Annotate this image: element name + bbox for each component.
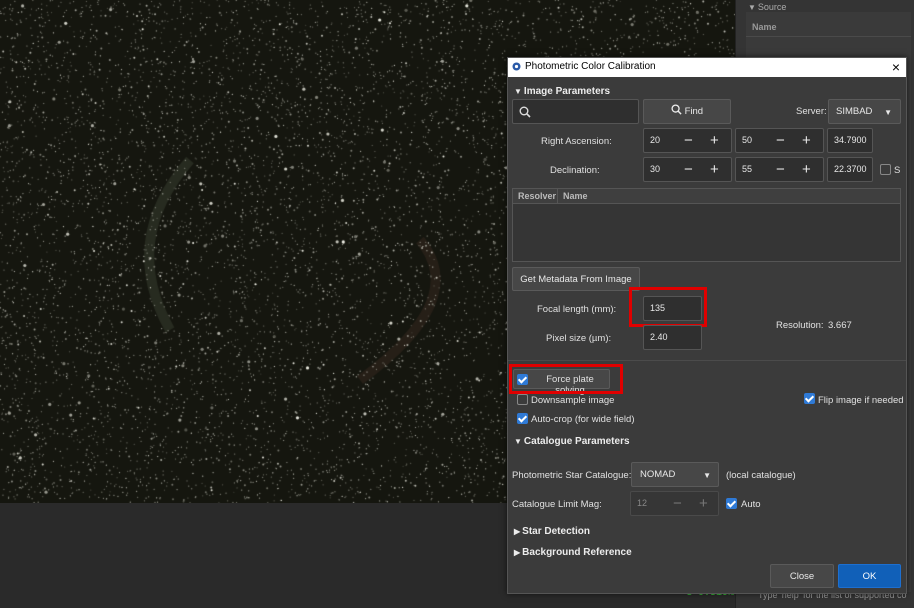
minus-icon[interactable]: − (684, 133, 693, 148)
find-button[interactable]: Find (643, 99, 731, 124)
auto-limit-label: Auto (741, 499, 761, 510)
chevron-right-icon: ▶ (514, 527, 521, 536)
auto-limit-checkbox[interactable] (726, 498, 737, 509)
image-parameters-header[interactable]: ▼ Image Parameters (514, 86, 610, 97)
table-header-row: Resolver Name (513, 189, 900, 204)
minus-icon[interactable]: − (684, 162, 693, 177)
minus-icon[interactable]: − (776, 133, 785, 148)
ra-seconds-field[interactable]: 34.7900 (827, 128, 873, 153)
limit-mag-stepper[interactable]: 12 − + (630, 491, 719, 516)
name-column-header: Name (752, 22, 777, 32)
close-icon[interactable]: × (892, 59, 900, 75)
ra-minutes-stepper[interactable]: 50 − + (735, 128, 824, 153)
background-reference-header[interactable]: ▶ Background Reference (514, 547, 632, 558)
plus-icon[interactable]: + (802, 133, 811, 148)
source-header: ▼ Source (748, 2, 787, 12)
dec-minutes-stepper[interactable]: 55 − + (735, 157, 824, 182)
search-icon (519, 106, 531, 118)
resolver-column-header[interactable]: Resolver (518, 191, 556, 201)
close-button[interactable]: Close (770, 564, 834, 588)
chevron-down-icon: ▼ (884, 108, 892, 117)
downsample-checkbox[interactable] (517, 394, 528, 405)
flip-image-label: Flip image if needed (818, 395, 904, 406)
plus-icon[interactable]: + (802, 162, 811, 177)
dec-degrees-stepper[interactable]: 30 − + (643, 157, 732, 182)
dec-label: Declination: (550, 165, 600, 176)
plus-icon[interactable]: + (710, 162, 719, 177)
server-select[interactable]: SIMBAD ▼ (828, 99, 901, 124)
force-plate-highlight (509, 364, 623, 394)
column-divider (557, 189, 558, 204)
star-detection-header[interactable]: ▶ Star Detection (514, 526, 590, 537)
focal-length-highlight (629, 287, 707, 327)
divider (508, 360, 906, 361)
dialog-titlebar: Photometric Color Calibration × (508, 58, 906, 77)
dialog-title: Photometric Color Calibration (525, 61, 656, 72)
search-icon (671, 104, 682, 115)
divider (746, 36, 911, 37)
resolution-value: 3.667 (828, 320, 852, 331)
app-icon (512, 62, 521, 71)
chevron-down-icon: ▼ (703, 471, 711, 480)
plus-icon[interactable]: + (710, 133, 719, 148)
pixel-size-input[interactable]: 2.40 (643, 325, 702, 350)
name-column-header[interactable]: Name (563, 191, 588, 201)
autocrop-checkbox[interactable] (517, 413, 528, 424)
pixel-size-label: Pixel size (µm): (546, 333, 612, 344)
dec-seconds-field[interactable]: 22.3700 (827, 157, 873, 182)
focal-length-label: Focal length (mm): (537, 304, 617, 315)
downsample-label: Downsample image (531, 395, 615, 406)
catalogue-parameters-header[interactable]: ▼ Catalogue Parameters (514, 436, 630, 447)
chevron-down-icon: ▼ (514, 87, 522, 96)
photometric-color-calibration-dialog: Photometric Color Calibration × ▼ Image P… (507, 57, 907, 594)
ra-hours-stepper[interactable]: 20 − + (643, 128, 732, 153)
star-catalogue-label: Photometric Star Catalogue: (512, 470, 632, 481)
plus-icon[interactable]: + (699, 496, 708, 511)
ok-button[interactable]: OK (838, 564, 901, 588)
chevron-down-icon: ▼ (514, 437, 522, 446)
star-catalogue-select[interactable]: NOMAD ▼ (631, 462, 719, 487)
resolution-label: Resolution: (776, 320, 824, 331)
minus-icon[interactable]: − (673, 496, 682, 511)
autocrop-label: Auto-crop (for wide field) (531, 414, 635, 425)
limit-mag-label: Catalogue Limit Mag: (512, 499, 602, 510)
server-label: Server: (796, 106, 827, 117)
search-input[interactable] (512, 99, 639, 124)
minus-icon[interactable]: − (776, 162, 785, 177)
ra-label: Right Ascension: (541, 136, 612, 147)
chevron-right-icon: ▶ (514, 548, 521, 557)
south-checkbox[interactable] (880, 164, 891, 175)
local-catalogue-note: (local catalogue) (726, 470, 796, 481)
get-metadata-button[interactable]: Get Metadata From Image (512, 267, 640, 291)
flip-image-checkbox[interactable] (804, 393, 815, 404)
south-label: S (894, 165, 901, 176)
resolver-table[interactable]: Resolver Name (512, 188, 901, 262)
